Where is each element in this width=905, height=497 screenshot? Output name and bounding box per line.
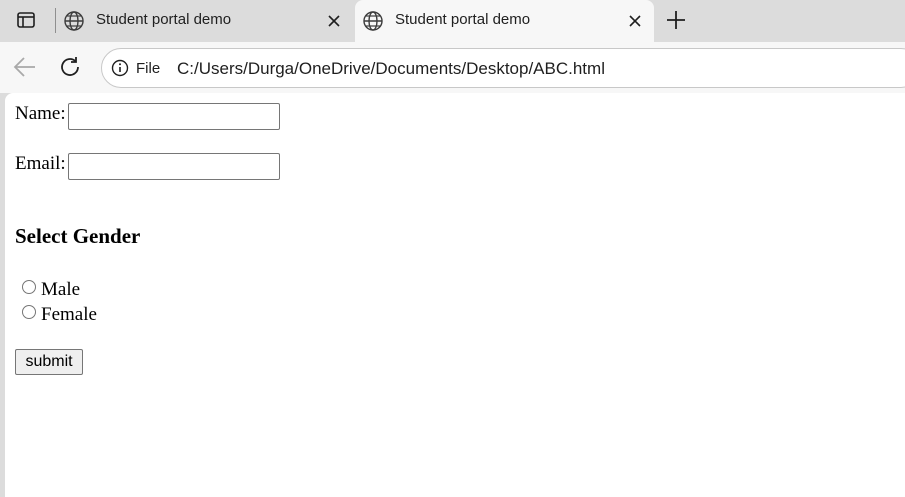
file-scheme-label: File (136, 60, 161, 77)
info-icon[interactable] (111, 59, 129, 77)
name-input[interactable] (68, 103, 280, 130)
tab-student-portal-1[interactable]: Student portal demo (58, 0, 353, 42)
email-label: Email: (15, 153, 66, 174)
tab-actions-icon (17, 12, 35, 28)
reload-icon[interactable] (58, 55, 82, 79)
female-radio[interactable] (22, 305, 36, 319)
tab-title: Student portal demo (395, 11, 531, 28)
page-viewport: Name: Email: Select Gender Male Female s… (5, 93, 905, 497)
email-input[interactable] (68, 153, 280, 180)
url-text[interactable]: C:/Users/Durga/OneDrive/Documents/Deskto… (177, 59, 605, 79)
tab-strip: Student portal demo Student portal demo (0, 0, 905, 42)
close-icon[interactable] (626, 12, 644, 30)
new-tab-plus-icon[interactable] (664, 8, 688, 32)
gender-heading: Select Gender (15, 224, 141, 248)
tab-student-portal-2[interactable]: Student portal demo (355, 0, 654, 42)
tab-title: Student portal demo (96, 11, 232, 28)
address-bar[interactable]: File C:/Users/Durga/OneDrive/Documents/D… (101, 48, 905, 88)
close-icon[interactable] (325, 12, 343, 30)
submit-button[interactable]: submit (15, 349, 83, 375)
name-label: Name: (15, 103, 66, 124)
globe-icon (64, 11, 84, 31)
female-label: Female (41, 304, 97, 325)
email-row: Email: (15, 153, 295, 181)
male-label: Male (41, 279, 81, 300)
browser-toolbar: File C:/Users/Durga/OneDrive/Documents/D… (0, 42, 905, 93)
tab-separator (55, 8, 56, 33)
back-arrow-icon[interactable] (12, 56, 38, 78)
male-radio[interactable] (22, 280, 36, 294)
globe-icon (363, 11, 383, 31)
tab-actions-menu-button[interactable] (6, 6, 46, 34)
name-row: Name: (15, 103, 295, 131)
